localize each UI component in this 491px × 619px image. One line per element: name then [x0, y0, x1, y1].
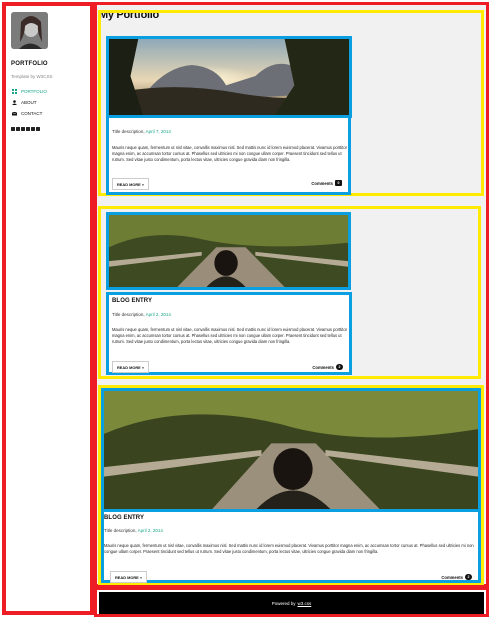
entry-date: April 2, 2014 — [145, 312, 171, 317]
comments-count-badge: 2 — [336, 364, 343, 370]
entry-image[interactable] — [106, 212, 351, 290]
footer-bar: Powered by w3.css — [99, 592, 484, 614]
entry-card: TITLE HEADING Title description, April 7… — [106, 114, 351, 195]
entry-body: Mauris neque quam, fermentum ut nisl vit… — [112, 327, 347, 345]
pinterest-icon[interactable] — [26, 127, 30, 131]
brand-subtitle: Template by W3CSS — [11, 74, 53, 79]
entry-title: BLOG ENTRY — [112, 298, 153, 304]
facebook-icon[interactable] — [11, 127, 15, 131]
comments-link[interactable]: Comments 0 — [311, 180, 342, 186]
portfolio-section-1: TITLE HEADING Title description, April 7… — [98, 10, 484, 196]
sidebar-nav: PORTFOLIO ABOUT CONTACT — [11, 86, 47, 119]
sidebar-item-about[interactable]: ABOUT — [11, 97, 47, 108]
entry-meta: Title description, April 7, 2014 — [112, 129, 171, 134]
entry-meta: Title description, April 2, 2014 — [104, 528, 163, 533]
sidebar-item-label: PORTFOLIO — [21, 89, 47, 94]
entry-description: Title description, — [112, 129, 145, 134]
footer: Powered by w3.css — [94, 587, 489, 617]
bridge-woman-wide-image — [104, 391, 478, 509]
entry-meta: Title description, April 2, 2014 — [112, 312, 171, 317]
entry-date: April 7, 2014 — [145, 129, 171, 134]
grid-icon — [11, 89, 17, 95]
entry-description: Title description, — [104, 528, 137, 533]
sidebar-item-contact[interactable]: CONTACT — [11, 108, 47, 119]
comments-count-badge: 2 — [465, 574, 472, 580]
entry-date: April 2, 2014 — [137, 528, 163, 533]
comments-label: Comments — [312, 364, 334, 370]
linkedin-icon[interactable] — [36, 127, 40, 131]
comments-link[interactable]: Comments 2 — [441, 574, 472, 580]
footer-link[interactable]: w3.css — [298, 601, 312, 606]
entry-description: Title description, — [112, 312, 145, 317]
brand-title: PORTFOLIO — [11, 61, 48, 67]
comments-link[interactable]: Comments 2 — [312, 364, 343, 370]
sidebar-item-label: CONTACT — [21, 111, 43, 116]
footer-text: Powered by — [271, 600, 296, 606]
read-more-button[interactable]: READ MORE » — [112, 178, 150, 190]
avatar[interactable] — [11, 12, 48, 49]
entry-image[interactable] — [101, 388, 481, 512]
bridge-woman-image — [109, 215, 348, 287]
mountain-sunset-image — [109, 39, 349, 115]
entry-body: Mauris neque quam, fermentum ut nisl vit… — [112, 145, 347, 163]
sidebar-item-label: ABOUT — [21, 100, 37, 105]
portfolio-section-2: BLOG ENTRY Title description, April 2, 2… — [98, 206, 481, 379]
entry-body: Mauris neque quam, fermentum ut nisl vit… — [104, 543, 474, 555]
portfolio-section-3: BLOG ENTRY Title description, April 2, 2… — [98, 385, 484, 585]
entry-card: BLOG ENTRY Title description, April 2, 2… — [101, 388, 481, 583]
read-more-button[interactable]: READ MORE » — [110, 571, 148, 583]
sidebar: PORTFOLIO Template by W3CSS PORTFOLIO AB… — [2, 2, 94, 615]
entry-image[interactable] — [106, 36, 352, 118]
snapchat-icon[interactable] — [21, 127, 25, 131]
comments-count-badge: 0 — [335, 180, 342, 186]
social-links — [11, 127, 40, 131]
comments-label: Comments — [311, 180, 333, 186]
main-content: My Portfolio TITLE HEADING Title descrip… — [94, 2, 489, 587]
instagram-icon[interactable] — [16, 127, 20, 131]
avatar-image — [11, 12, 48, 49]
entry-title: BLOG ENTRY — [104, 515, 145, 521]
comments-label: Comments — [441, 574, 463, 580]
read-more-button[interactable]: READ MORE » — [112, 361, 150, 373]
envelope-icon — [11, 111, 17, 117]
entry-card: BLOG ENTRY Title description, April 2, 2… — [106, 292, 352, 375]
twitter-icon[interactable] — [31, 127, 35, 131]
user-icon — [11, 100, 17, 106]
sidebar-item-portfolio[interactable]: PORTFOLIO — [11, 86, 47, 97]
